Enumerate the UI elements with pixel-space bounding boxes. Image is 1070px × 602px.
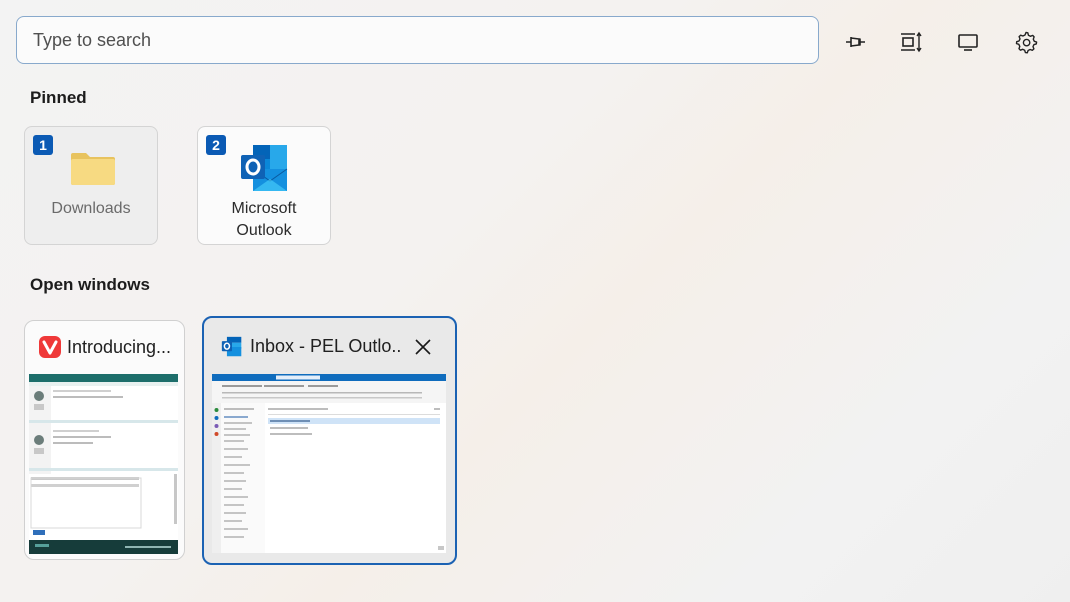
window-thumbnail bbox=[212, 374, 446, 553]
pinned-item-downloads[interactable]: 1 Downloads bbox=[24, 126, 158, 245]
layout-icon bbox=[901, 31, 922, 53]
pinned-item-label-line2: Outlook bbox=[236, 222, 292, 239]
layout-button[interactable] bbox=[895, 26, 927, 58]
vivaldi-icon bbox=[39, 336, 61, 358]
pin-number-badge: 1 bbox=[33, 135, 53, 155]
close-icon bbox=[415, 339, 431, 355]
window-tile-vivaldi[interactable]: Introducing... bbox=[24, 320, 185, 560]
pinned-item-label-line1: Microsoft bbox=[231, 200, 297, 217]
pinned-heading: Pinned bbox=[30, 88, 87, 107]
pin-number-badge: 2 bbox=[206, 135, 226, 155]
pinned-item-label: Microsoft Outlook bbox=[198, 198, 330, 242]
gear-icon bbox=[1015, 31, 1038, 54]
search-input[interactable] bbox=[17, 17, 818, 63]
display-button[interactable] bbox=[952, 26, 984, 58]
window-thumbnail bbox=[29, 374, 178, 554]
settings-button[interactable] bbox=[1010, 26, 1042, 58]
pin-icon bbox=[846, 37, 865, 47]
outlook-icon bbox=[221, 336, 242, 357]
pinned-item-label: Downloads bbox=[51, 200, 131, 217]
search-box[interactable] bbox=[16, 16, 819, 64]
close-window-button[interactable] bbox=[410, 334, 436, 360]
pin-button[interactable] bbox=[839, 26, 871, 58]
monitor-icon bbox=[958, 34, 978, 51]
open-windows-heading: Open windows bbox=[30, 275, 150, 294]
window-title: Introducing... bbox=[67, 337, 172, 357]
folder-icon bbox=[71, 153, 115, 185]
outlook-icon bbox=[241, 145, 288, 191]
pinned-item-outlook[interactable]: 2 Microsoft Outlook bbox=[197, 126, 331, 245]
window-title: Inbox - PEL Outlo... bbox=[250, 336, 402, 356]
window-tile-outlook[interactable]: Inbox - PEL Outlo... bbox=[202, 316, 457, 565]
